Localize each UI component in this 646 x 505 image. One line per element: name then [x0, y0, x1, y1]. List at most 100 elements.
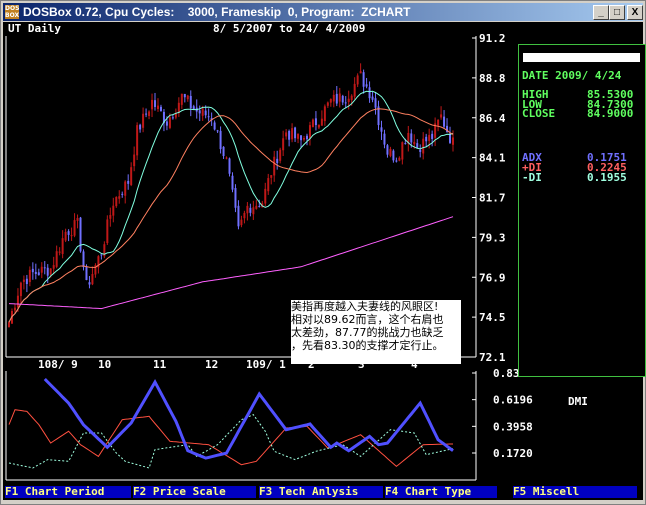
candle [273, 150, 276, 182]
candle-body [395, 160, 398, 162]
candle-body [285, 132, 288, 137]
menu-miscell[interactable]: F5 Miscell [513, 486, 637, 498]
close-button[interactable]: X [627, 5, 643, 20]
candle [37, 268, 40, 276]
candle-body [25, 278, 28, 285]
candle-body [28, 269, 31, 283]
candle-body [308, 125, 311, 139]
candle [79, 216, 82, 253]
candle [443, 110, 446, 129]
note-line: 美指再度越入夫妻线的风眼区! [291, 300, 439, 313]
candle-body [440, 114, 443, 118]
candle [362, 69, 365, 94]
candle [314, 111, 317, 131]
candle [145, 108, 148, 118]
candle-body [297, 133, 300, 139]
note-line: 太差劲，87.77的挑战力也缺乏 [291, 326, 444, 339]
candle [368, 81, 371, 103]
candle [88, 276, 91, 289]
candle [252, 200, 255, 221]
minimize-button[interactable]: _ [593, 5, 609, 20]
candle [109, 207, 112, 227]
candle-body [305, 135, 308, 140]
candle [124, 180, 127, 204]
candle-body [386, 145, 389, 155]
candle-body [168, 117, 171, 128]
candle-body [294, 127, 297, 139]
candle [192, 104, 195, 110]
candle-body [115, 196, 118, 207]
candle-body [368, 87, 371, 99]
panel-input-bar [523, 53, 640, 62]
candle [207, 108, 210, 122]
candle-body [31, 268, 34, 273]
candle [398, 156, 401, 162]
candle-body [40, 266, 43, 273]
candle [356, 73, 359, 88]
candle [282, 130, 285, 157]
candle [121, 191, 124, 198]
candle-body [416, 143, 419, 148]
candle [40, 262, 43, 279]
candle [335, 86, 338, 107]
candle [130, 162, 133, 187]
candle-body [356, 75, 359, 85]
candle [64, 228, 67, 243]
candle [82, 249, 85, 271]
candle [294, 126, 297, 142]
candle [154, 92, 157, 111]
candle [156, 98, 159, 112]
candle-body [85, 267, 88, 281]
candle [183, 93, 186, 103]
candle-body [43, 267, 46, 269]
candle-body [88, 282, 91, 285]
info-panel: DATE 2009/ 4/24 HIGH 85.5300 LOW 84.7300… [518, 44, 646, 377]
candle-body [37, 272, 40, 276]
y-tick-label: 81.7 [479, 192, 506, 205]
candle-body [204, 110, 207, 116]
candle-body [139, 124, 142, 130]
candle [22, 275, 25, 290]
candle [25, 274, 28, 293]
mdi-value: 0.1955 [587, 171, 627, 184]
candle [127, 174, 130, 190]
menu-tech-analysis[interactable]: F3 Tech Anlysis [259, 486, 383, 498]
candle [177, 97, 180, 117]
menu-price-scale[interactable]: F2 Price Scale [133, 486, 256, 498]
candle-body [16, 295, 19, 308]
candle-body [282, 138, 285, 151]
candle [133, 146, 136, 172]
candle [237, 200, 240, 230]
menu-chart-period[interactable]: F1 Chart Period [5, 486, 131, 498]
candle-body [192, 106, 195, 110]
menu-chart-type[interactable]: F4 Chart Type [385, 486, 497, 498]
candle [317, 124, 320, 130]
candle-body [151, 99, 154, 110]
candle [186, 94, 189, 102]
candle [100, 254, 103, 260]
candle [249, 203, 252, 217]
candle [19, 281, 22, 304]
candle-body [452, 137, 454, 145]
candle [407, 125, 410, 152]
candle-body [100, 254, 103, 256]
candle-body [201, 108, 204, 116]
candle-body [222, 146, 225, 157]
candle-body [124, 181, 127, 196]
candle-body [109, 215, 112, 219]
candle [425, 133, 428, 147]
title-bar: DOS BOX DOSBox 0.72, Cpu Cycles: 3000, Fr… [3, 3, 643, 21]
dmi-tick-label: 0.1720 [493, 447, 533, 460]
candle [449, 126, 452, 145]
ma-mid-line [8, 108, 454, 323]
maximize-button[interactable]: □ [609, 5, 625, 20]
candle-body [79, 217, 82, 252]
function-key-menu: F1 Chart Period F2 Price Scale F3 Tech A… [3, 486, 637, 498]
candle [112, 197, 115, 223]
candle [338, 87, 341, 108]
candle-body [165, 121, 168, 126]
candle-body [431, 133, 434, 139]
candle-body [91, 274, 94, 285]
candle [28, 266, 31, 287]
candle [162, 109, 165, 132]
